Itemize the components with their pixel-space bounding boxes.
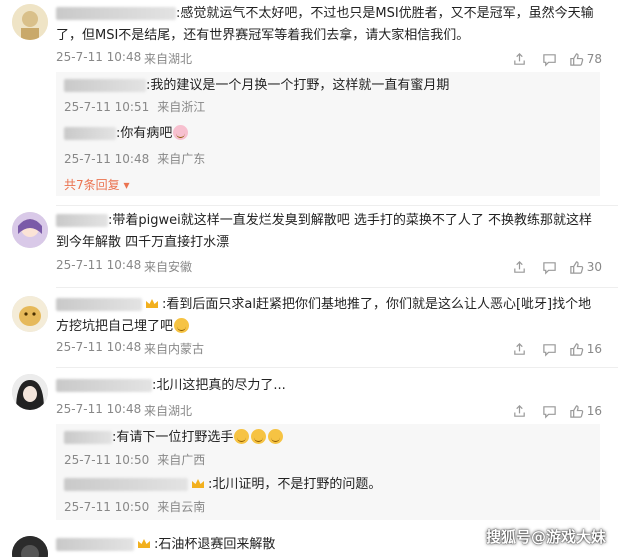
crown-icon [192, 479, 204, 488]
reply-meta: 25-7-11 10:51 来自浙江 [64, 98, 205, 115]
comment-text: :带着pigwei就这样一直发烂发臭到解散吧 选手打的菜换不了人了 不换教练那就… [56, 213, 593, 250]
comment-text: :看到后面只求al赶紧把你们基地推了，你们就是这么让人恶心[呲牙]找个地方挖坑把… [56, 297, 592, 334]
like-count: 30 [586, 260, 602, 274]
comment-time: 25-7-11 10:48 [56, 50, 142, 64]
thumbs-up-icon [569, 260, 583, 274]
reply-meta: 25-7-11 10:48 来自广东 [64, 150, 205, 167]
reply-icon[interactable] [535, 258, 565, 276]
comment-meta: 25-7-11 10:48 来自湖北 16 [56, 402, 602, 420]
comment-meta: 25-7-11 10:48 来自安徽 30 [56, 258, 602, 276]
emoji-icon [251, 429, 267, 444]
comment-location: 来自湖北 [144, 404, 193, 418]
username[interactable] [64, 127, 116, 140]
reply-text: :你有病吧 [64, 124, 592, 144]
reply-icon[interactable] [535, 50, 565, 68]
like-button[interactable]: 16 [569, 404, 602, 419]
reply-meta: 25-7-11 10:50 来自广西 [64, 451, 205, 468]
comment-actions: 16 [505, 340, 602, 358]
thumbs-up-icon [569, 342, 583, 356]
comment-time: 25-7-11 10:48 [56, 402, 142, 416]
watermark: 搜狐号@游戏大妹 [485, 528, 606, 546]
reply-text: :有请下一位打野选手 [64, 428, 592, 448]
reply-time: 25-7-11 10:48 [64, 152, 150, 166]
avatar[interactable] [12, 4, 48, 40]
divider [56, 205, 618, 206]
avatar[interactable] [12, 212, 48, 248]
more-replies-link[interactable]: 共7条回复 ▾ [64, 176, 130, 193]
crown-icon [138, 539, 150, 548]
comment-item: :感觉就运气不太好吧，不过也只是MSI优胜者，又不是冠军，虽然今天输了，但MSI… [0, 0, 618, 205]
like-button[interactable]: 30 [569, 260, 602, 275]
caret-down-icon: ▾ [123, 178, 130, 192]
comment-text: :北川这把真的尽力了... [56, 375, 604, 397]
reply-location: 来自广东 [157, 152, 206, 166]
reply-location: 来自浙江 [157, 100, 206, 114]
emoji-icon [174, 318, 190, 333]
username[interactable] [56, 298, 142, 311]
share-icon[interactable] [505, 402, 535, 420]
username[interactable] [56, 379, 152, 392]
username[interactable] [56, 7, 176, 20]
share-icon[interactable] [505, 258, 535, 276]
comment-location: 来自湖北 [144, 52, 193, 66]
username[interactable] [64, 431, 112, 444]
share-icon[interactable] [505, 340, 535, 358]
thumbs-up-icon [569, 52, 583, 66]
like-count: 78 [586, 52, 602, 66]
comment-meta: 25-7-11 10:48 来自湖北 78 [56, 50, 602, 68]
like-count: 16 [586, 404, 602, 418]
comment-actions: 30 [505, 258, 602, 276]
comment-item: :带着pigwei就这样一直发烂发臭到解散吧 选手打的菜换不了人了 不换教练那就… [0, 208, 618, 288]
like-count: 16 [586, 342, 602, 356]
comment-actions: 78 [505, 50, 602, 68]
reply-icon[interactable] [535, 340, 565, 358]
avatar[interactable] [12, 374, 48, 410]
comment-actions: 16 [505, 402, 602, 420]
reply-icon[interactable] [535, 402, 565, 420]
emoji-icon [234, 429, 250, 444]
divider [56, 367, 618, 368]
reply-meta: 25-7-11 10:50 来自云南 [64, 498, 205, 515]
share-icon[interactable] [505, 50, 535, 68]
divider [56, 287, 618, 288]
comment-location: 来自内蒙古 [144, 342, 205, 356]
comment-meta: 25-7-11 10:48 来自内蒙古 16 [56, 340, 602, 358]
reply-time: 25-7-11 10:50 [64, 453, 150, 467]
reply-location: 来自广西 [157, 453, 206, 467]
reply-location: 来自云南 [157, 500, 206, 514]
crown-icon [146, 299, 158, 308]
avatar[interactable] [12, 536, 48, 557]
username[interactable] [64, 79, 146, 92]
reply-text: :我的建议是一个月换一个打野，这样就一直有蜜月期 [64, 76, 592, 96]
reply-time: 25-7-11 10:50 [64, 500, 150, 514]
like-button[interactable]: 16 [569, 342, 602, 357]
reply-time: 25-7-11 10:51 [64, 100, 150, 114]
username[interactable] [56, 214, 108, 227]
comment-item: :北川这把真的尽力了... 25-7-11 10:48 来自湖北 16 :有请下… [0, 372, 618, 524]
emoji-icon [268, 429, 284, 444]
emoji-icon [173, 125, 189, 140]
comment-time: 25-7-11 10:48 [56, 340, 142, 354]
avatar[interactable] [12, 296, 48, 332]
comment-time: 25-7-11 10:48 [56, 258, 142, 272]
reply-box: :有请下一位打野选手 25-7-11 10:50 来自广西 :北川证明，不是打野的… [56, 424, 600, 520]
reply-box: :我的建议是一个月换一个打野，这样就一直有蜜月期 25-7-11 10:51 来自… [56, 72, 600, 196]
username[interactable] [64, 478, 188, 491]
reply-text: :北川证明，不是打野的问题。 [64, 475, 592, 495]
comment-text: :感觉就运气不太好吧，不过也只是MSI优胜者，又不是冠军，虽然今天输了，但MSI… [56, 6, 594, 43]
username[interactable] [56, 538, 134, 551]
comment-location: 来自安徽 [144, 260, 193, 274]
comment-item: :看到后面只求al赶紧把你们基地推了，你们就是这么让人恶心[呲牙]找个地方挖坑把… [0, 292, 618, 362]
like-button[interactable]: 78 [569, 52, 602, 67]
thumbs-up-icon [569, 404, 583, 418]
